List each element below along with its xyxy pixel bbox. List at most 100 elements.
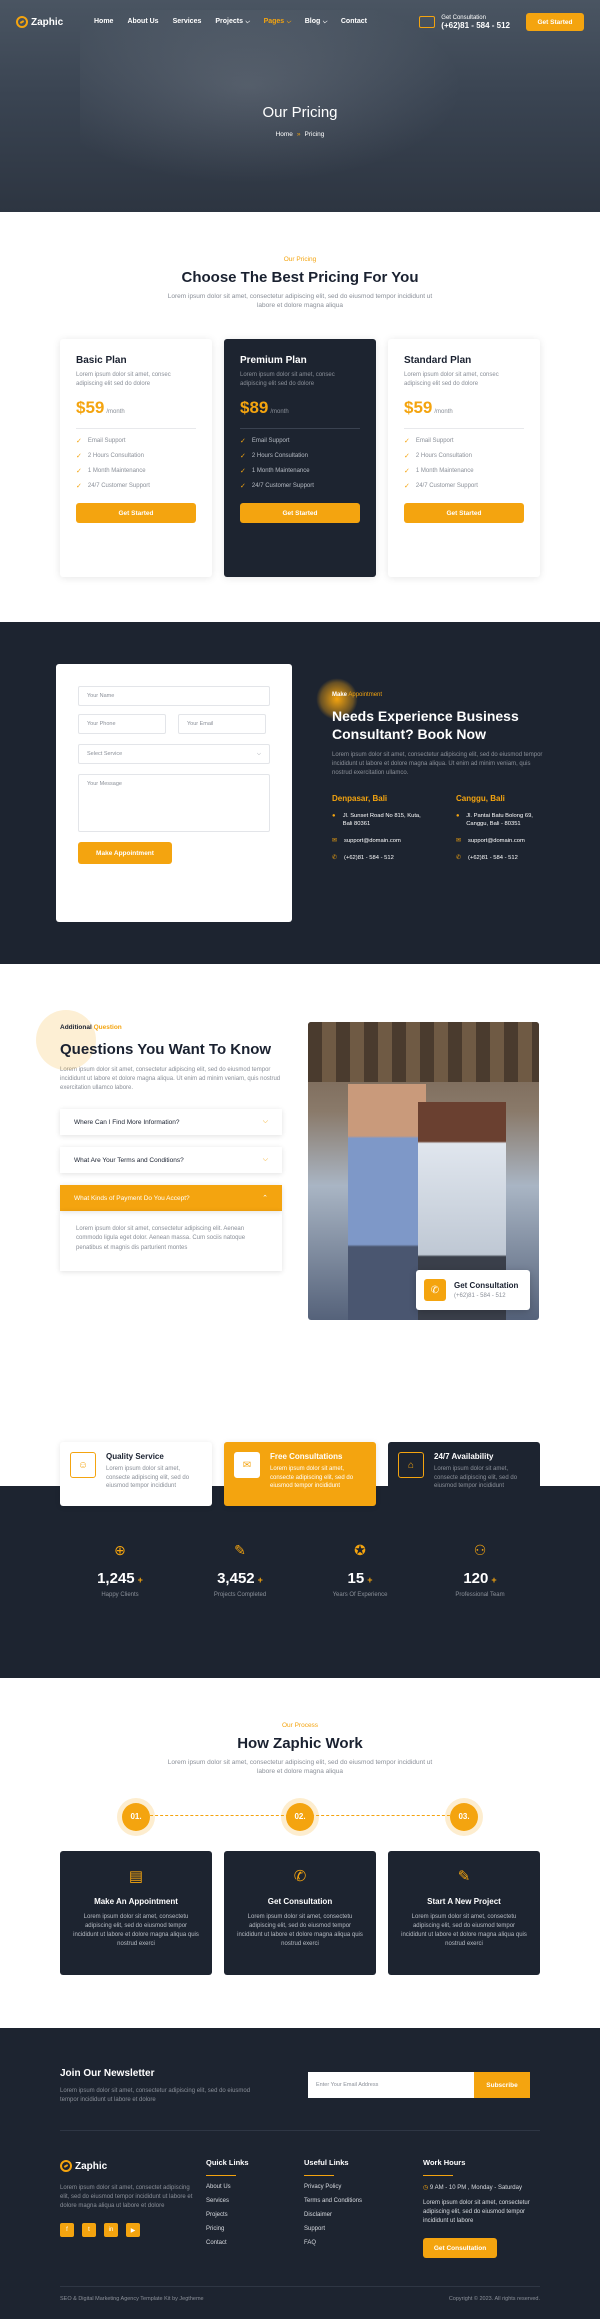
plan-feature: ✓ 2 Hours Consultation	[404, 453, 472, 461]
plan-get-started-button[interactable]: Get Started	[240, 503, 360, 524]
footer-link[interactable]: Contact	[206, 2240, 249, 2246]
footer-link[interactable]: FAQ	[304, 2240, 362, 2246]
breadcrumb: Home» Pricing	[0, 131, 600, 138]
process-card-appointment: ▤ Make An Appointment Lorem ipsum dolor si…	[60, 1850, 212, 1975]
name-field[interactable]: Your Name	[78, 686, 270, 706]
office-phone[interactable]: (+62)81 - 584 - 512	[468, 854, 518, 862]
footer-consultation-button[interactable]: Get Consultation	[423, 2238, 497, 2258]
faq-title: Questions You Want To Know	[60, 1041, 272, 1058]
main-menu: Home About Us Services Projects ⌵ Pages ⌵ …	[94, 18, 367, 26]
faq-item[interactable]: What Are Your Terms and Conditions? ⌵	[60, 1147, 282, 1173]
logo-icon	[60, 2160, 72, 2172]
make-appointment-button[interactable]: Make Appointment	[78, 842, 172, 864]
plan-name: Premium Plan	[240, 354, 307, 366]
check-icon: ✓	[76, 438, 82, 446]
nav-item-blog[interactable]: Blog ⌵	[305, 18, 327, 26]
faq-section: Additional Question Questions You Want T…	[0, 964, 600, 1442]
plan-get-started-button[interactable]: Get Started	[404, 503, 524, 524]
brand-logo[interactable]: Zaphic	[16, 16, 88, 28]
appointment-info: Make Appointment Needs Experience Busine…	[316, 678, 552, 862]
plan-price: $59	[76, 398, 105, 418]
counter-projects: ✎ 3,452 + Projects Completed	[190, 1542, 290, 1598]
feature-title: Quality Service	[106, 1452, 164, 1461]
email-field[interactable]: Your Email	[178, 714, 266, 734]
calendar-icon: ▤	[128, 1867, 144, 1885]
phone-field[interactable]: Your Phone	[78, 714, 166, 734]
nav-item-pages[interactable]: Pages ⌵	[264, 18, 291, 26]
office-email[interactable]: support@domain.com	[344, 837, 401, 845]
footer-link[interactable]: Privacy Policy	[304, 2184, 362, 2190]
underline	[304, 2175, 334, 2176]
service-select[interactable]: Select Service ⌵	[78, 744, 270, 764]
message-field[interactable]: Your Message	[78, 774, 270, 832]
step-number: 01.	[122, 1802, 150, 1831]
faq-question: Where Can I Find More Information?	[74, 1118, 180, 1126]
chevron-up-icon: ⌃	[262, 1195, 268, 1202]
get-started-button[interactable]: Get Started	[526, 13, 584, 31]
pricing-plans: Basic Plan Lorem ipsum dolor sit amet, c…	[0, 338, 600, 577]
footer-link[interactable]: About Us	[206, 2184, 249, 2190]
faq-answer: Lorem ipsum dolor sit amet, consectetur …	[60, 1211, 282, 1271]
nav-item-about[interactable]: About Us	[127, 18, 158, 26]
step-number: 03.	[450, 1802, 478, 1831]
social-links: f t in ▶	[60, 2223, 200, 2237]
section-tag: Our Pricing	[283, 256, 317, 263]
footer-link[interactable]: Support	[304, 2226, 362, 2232]
section-description: Lorem ipsum dolor sit amet, consectetur …	[167, 1759, 433, 1776]
appointment-section: Your Name Your Phone Your Email Select S…	[0, 622, 600, 964]
chat-icon: ✉	[234, 1452, 260, 1478]
footer-link[interactable]: Terms and Conditions	[304, 2198, 362, 2204]
stats-section: ☺ Quality Service Lorem ipsum dolor sit a…	[0, 1442, 600, 1678]
consultation-badge[interactable]: ✆ Get Consultation (+62)81 - 584 - 512	[416, 1270, 530, 1310]
footer-link[interactable]: Pricing	[206, 2226, 249, 2232]
counter-happy-clients: ⊕ 1,245 + Happy Clients	[70, 1542, 170, 1598]
nav-item-home[interactable]: Home	[94, 18, 113, 26]
phone-icon: ✆	[332, 855, 337, 862]
newsletter-title: Join Our Newsletter	[60, 2068, 155, 2079]
office-email[interactable]: support@domain.com	[468, 837, 525, 845]
header-consultation[interactable]: Get Consultation (+62)81 - 584 - 512	[419, 15, 510, 30]
process-section: Our Process How Zaphic Work Lorem ipsum …	[0, 1678, 600, 2028]
breadcrumb-home[interactable]: Home	[276, 131, 293, 138]
page-title: Our Pricing	[262, 104, 338, 121]
newsletter-email-input[interactable]: Enter Your Email Address	[308, 2072, 474, 2098]
document-icon: ✎	[457, 1867, 471, 1885]
check-icon: ✓	[404, 438, 410, 446]
phone-icon: ✆	[424, 1279, 446, 1301]
feature-card-availability: ⌂ 24/7 Availability Lorem ipsum dolor sit…	[388, 1442, 540, 1506]
linkedin-icon[interactable]: in	[104, 2223, 118, 2237]
newsletter-form: Enter Your Email Address Subscribe	[308, 2072, 530, 2098]
brand-logo[interactable]: Zaphic	[60, 2160, 200, 2172]
location-icon: ●	[456, 813, 460, 819]
facebook-icon[interactable]: f	[60, 2223, 74, 2237]
nav-item-services[interactable]: Services	[173, 18, 202, 26]
brand-name: Zaphic	[75, 2160, 108, 2172]
footer-about: Lorem ipsum dolor sit amet, consectet ad…	[60, 2185, 193, 2209]
faq-description: Lorem ipsum dolor sit amet, consectetur …	[60, 1067, 281, 1091]
plan-feature: ✓ 2 Hours Consultation	[76, 453, 144, 461]
plan-period: /month	[434, 409, 453, 416]
plan-name: Standard Plan	[404, 354, 472, 366]
chevron-down-icon: ⌵	[262, 1156, 268, 1163]
plan-feature: ✓ 24/7 Customer Support	[404, 483, 478, 491]
plan-feature: ✓ 1 Month Maintenance	[240, 468, 310, 476]
twitter-icon[interactable]: t	[82, 2223, 96, 2237]
step-title: Get Consultation	[267, 1896, 333, 1906]
faq-item[interactable]: Where Can I Find More Information? ⌵	[60, 1109, 282, 1135]
underline	[206, 2175, 236, 2176]
faq-item-open[interactable]: What Kinds of Payment Do You Accept? ⌃	[60, 1185, 282, 1211]
phone-icon: ✆	[293, 1867, 307, 1885]
footer-link[interactable]: Services	[206, 2198, 249, 2204]
office-denpasar: Denpasar, Bali ● Jl. Sunset Road No 815, …	[332, 794, 428, 862]
nav-item-contact[interactable]: Contact	[341, 18, 367, 26]
pricing-card-standard: Standard Plan Lorem ipsum dolor sit amet…	[388, 338, 540, 577]
work-hours-time: ◷ 9 AM - 10 PM , Monday - Saturday	[423, 2185, 522, 2191]
chevron-down-icon: ⌵	[256, 750, 261, 757]
plan-get-started-button[interactable]: Get Started	[76, 503, 196, 524]
subscribe-button[interactable]: Subscribe	[474, 2072, 530, 2098]
nav-item-projects[interactable]: Projects ⌵	[215, 18, 249, 26]
office-phone[interactable]: (+62)81 - 584 - 512	[344, 854, 394, 862]
feature-title: Free Consultations	[270, 1452, 343, 1461]
youtube-icon[interactable]: ▶	[126, 2223, 140, 2237]
office-address: Jl. Sunset Road No 815, Kuta, Bali 80361	[342, 813, 421, 828]
